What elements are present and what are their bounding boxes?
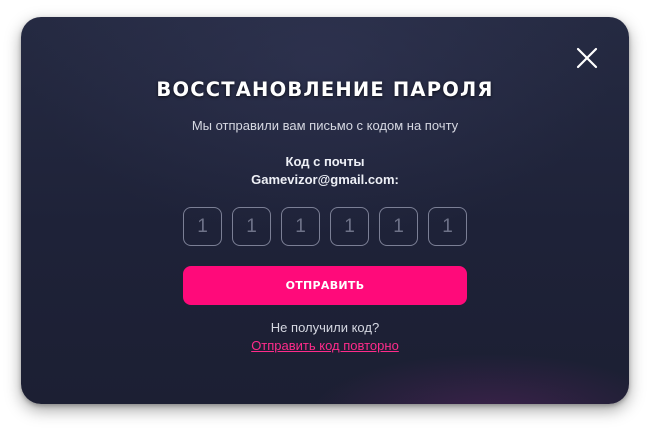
code-label: Код с почты Gamevizor@gmail.com:: [21, 153, 629, 189]
resend-code-link[interactable]: Отправить код повторно: [21, 338, 629, 353]
code-digit-input-5[interactable]: [379, 207, 418, 246]
close-button[interactable]: [576, 47, 598, 69]
modal-title: ВОССТАНОВЛЕНИЕ ПАРОЛЯ: [156, 78, 494, 101]
code-digit-input-1[interactable]: [183, 207, 222, 246]
close-icon: [576, 47, 598, 69]
code-digit-input-3[interactable]: [281, 207, 320, 246]
code-inputs: [183, 207, 473, 246]
code-digit-input-2[interactable]: [232, 207, 271, 246]
modal-subtitle: Мы отправили вам письмо с кодом на почту: [191, 118, 459, 133]
no-code-text: Не получили код?: [270, 320, 380, 335]
submit-button[interactable]: ОТПРАВИТЬ: [183, 266, 467, 305]
code-digit-input-6[interactable]: [428, 207, 467, 246]
code-digit-input-4[interactable]: [330, 207, 369, 246]
code-label-text: Код с почты: [285, 154, 365, 169]
code-label-email: Gamevizor@gmail.com:: [251, 172, 399, 187]
password-recovery-modal: ВОССТАНОВЛЕНИЕ ПАРОЛЯ Мы отправили вам п…: [21, 17, 629, 404]
